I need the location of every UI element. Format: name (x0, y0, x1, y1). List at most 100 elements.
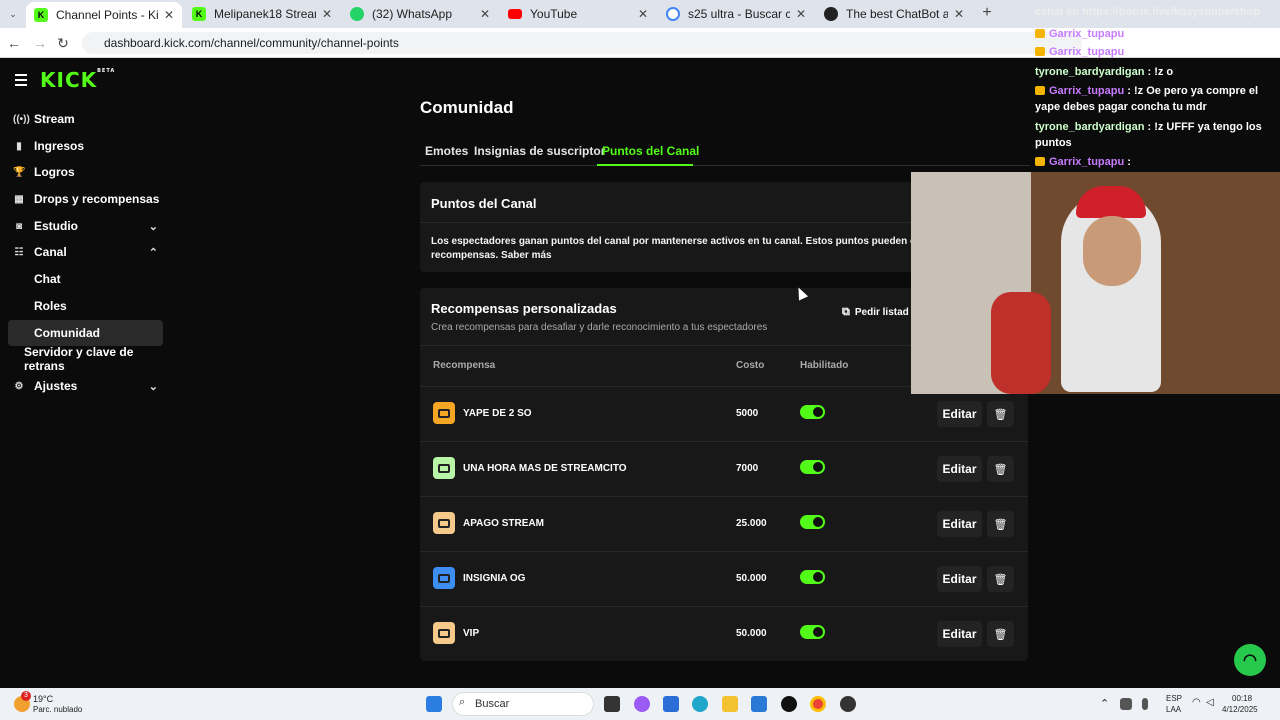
sidebar-item-drops[interactable]: ▦ Drops y recompensas (8, 186, 163, 212)
menu-icon[interactable] (15, 74, 27, 89)
url-field[interactable]: dashboard.kick.com/channel/community/cha… (82, 32, 1082, 54)
tab-puntos-del-canal[interactable]: Puntos del Canal (602, 144, 699, 158)
sidebar-item-servidor[interactable]: Servidor y clave de retrans (8, 345, 163, 373)
points-card-title: Puntos del Canal (431, 196, 537, 211)
task-view-icon[interactable] (604, 696, 620, 712)
tab-list-icon[interactable]: ⌄ (4, 5, 22, 23)
channel-icon: ☷ (14, 246, 24, 258)
obs-icon[interactable] (840, 696, 856, 712)
chart-icon: ▮ (16, 140, 22, 152)
edit-reward-button[interactable]: Editar (937, 566, 982, 592)
help-chat-button[interactable]: ◠ (1234, 644, 1266, 676)
delete-reward-button[interactable]: 🗑 (987, 621, 1014, 647)
browser-tab-melipanek[interactable]: K Melipanek18 Stream - Watch Li ✕ (184, 3, 340, 25)
sidebar-item-ajustes[interactable]: ⚙ Ajustes ⌄ (8, 373, 163, 399)
close-icon[interactable]: ✕ (164, 8, 174, 22)
browser-tab-kick-dashboard[interactable]: K Channel Points - Kick Dashboa ✕ (26, 2, 182, 28)
sidebar-item-stream[interactable]: ((•)) Stream (8, 106, 163, 132)
kick-logo[interactable]: KICKBETA (40, 68, 115, 92)
chat-username[interactable]: tyrone_bardyardigan (1035, 66, 1144, 78)
tab-insignias[interactable]: Insignias de suscriptor (474, 144, 605, 158)
sidebar-item-label: Servidor y clave de retrans (24, 345, 134, 373)
copilot-icon[interactable] (634, 696, 650, 712)
close-icon[interactable]: ✕ (796, 7, 806, 21)
sync-icon[interactable] (1120, 698, 1132, 710)
edit-reward-button[interactable]: Editar (937, 401, 982, 427)
back-icon[interactable]: ← (5, 34, 23, 52)
chevron-down-icon: ⌄ (148, 380, 158, 393)
edit-reward-button[interactable]: Editar (937, 511, 982, 537)
reward-icon (433, 402, 455, 424)
sidebar-item-ingresos[interactable]: ▮ Ingresos (8, 133, 163, 159)
sidebar-item-logros[interactable]: 🏆 Logros (8, 159, 163, 185)
windows-start-icon[interactable] (426, 696, 442, 712)
reward-enabled-toggle[interactable] (800, 460, 825, 474)
sidebar-item-canal[interactable]: ☷ Canal ⌃ (8, 239, 163, 265)
chrome-icon[interactable] (810, 696, 826, 712)
reward-enabled-toggle[interactable] (800, 570, 825, 584)
reward-enabled-toggle[interactable] (800, 625, 825, 639)
browser-tab-whatsapp[interactable]: (32) WhatsApp ✕ (342, 3, 498, 25)
file-explorer-icon[interactable] (722, 696, 738, 712)
request-list-button[interactable]: ⧉ Pedir listad (842, 306, 909, 319)
close-icon[interactable]: ✕ (322, 7, 332, 21)
reload-icon[interactable]: ↻ (54, 34, 72, 52)
language-layout[interactable]: LAA (1166, 705, 1181, 714)
edit-reward-button[interactable]: Editar (937, 621, 982, 647)
sidebar-item-label: Roles (34, 299, 67, 313)
volume-icon[interactable]: ◁ (1206, 697, 1214, 708)
delete-reward-button[interactable]: 🗑 (987, 401, 1014, 427)
store-icon[interactable] (663, 696, 679, 712)
chat-username[interactable]: Garrix_tupapu (1049, 46, 1124, 58)
delete-reward-button[interactable]: 🗑 (987, 566, 1014, 592)
reward-cost: 50.000 (736, 573, 767, 584)
trophy-icon: 🏆 (13, 166, 26, 178)
chat-username[interactable]: Garrix_tupapu (1049, 85, 1124, 97)
tab-emotes[interactable]: Emotes (425, 144, 468, 158)
sidebar-item-estudio[interactable]: ◙ Estudio ⌄ (8, 213, 163, 239)
reward-icon (433, 622, 455, 644)
reward-name: VIP (463, 628, 480, 639)
outlook-icon[interactable] (751, 696, 767, 712)
clock-date[interactable]: 4/12/2025 (1222, 705, 1258, 714)
forward-icon[interactable]: → (31, 34, 49, 52)
chevron-down-icon: ⌄ (148, 220, 158, 233)
chat-message: tyrone_bardyardigan : !z o (1035, 64, 1275, 80)
chat-message: tyrone_bardyardigan : !z UFFF ya tengo l… (1035, 119, 1275, 151)
reward-enabled-toggle[interactable] (800, 405, 825, 419)
edit-reward-button[interactable]: Editar (937, 456, 982, 482)
edge-icon[interactable] (692, 696, 708, 712)
points-description-more[interactable]: recompensas. Saber más (431, 249, 552, 263)
community-tabs: Emotes Insignias de suscriptor Puntos de… (420, 140, 1030, 166)
browser-tab-youtube[interactable]: YouTube ✕ (500, 3, 656, 25)
taskbar-search[interactable]: Buscar (452, 692, 594, 716)
wifi-icon[interactable]: ◠ (1192, 697, 1201, 708)
reward-icon (433, 457, 455, 479)
close-icon[interactable]: ✕ (638, 7, 648, 21)
chevron-up-icon[interactable]: ⌃ (1100, 697, 1109, 710)
table-row: INSIGNIA OG 50.000 Editar 🗑 (420, 551, 1028, 606)
clock-time[interactable]: 00:18 (1232, 694, 1252, 703)
chat-username[interactable]: tyrone_bardyardigan (1035, 121, 1144, 133)
language-code[interactable]: ESP (1166, 694, 1182, 703)
chat-text: : !z o (1147, 66, 1174, 78)
chat-username[interactable]: Garrix_tupapu (1049, 156, 1124, 168)
gift-icon: ▦ (14, 193, 24, 205)
delete-reward-button[interactable]: 🗑 (987, 511, 1014, 537)
sidebar-item-roles[interactable]: Roles (8, 293, 163, 319)
close-icon[interactable]: ✕ (480, 7, 490, 21)
microphone-icon[interactable] (1142, 698, 1148, 710)
reward-name: YAPE DE 2 SO (463, 408, 532, 419)
close-icon[interactable]: ✕ (954, 7, 964, 21)
delete-reward-button[interactable]: 🗑 (987, 456, 1014, 482)
browser-tab-google[interactable]: s25 ultra - Buscar con Google ✕ (658, 3, 814, 25)
sidebar-item-comunidad[interactable]: Comunidad (8, 320, 163, 346)
new-tab-icon[interactable]: + (978, 4, 996, 22)
tiktok-icon[interactable] (781, 696, 797, 712)
trash-icon: 🗑 (993, 463, 1008, 476)
tab-title: Melipanek18 Stream - Watch Li (214, 7, 316, 21)
sidebar-item-chat[interactable]: Chat (8, 266, 163, 292)
browser-tab-botrix[interactable]: The best ChatBot and Widgets ✕ (816, 3, 972, 25)
chat-username[interactable]: Garrix_tupapu (1049, 28, 1124, 40)
reward-enabled-toggle[interactable] (800, 515, 825, 529)
